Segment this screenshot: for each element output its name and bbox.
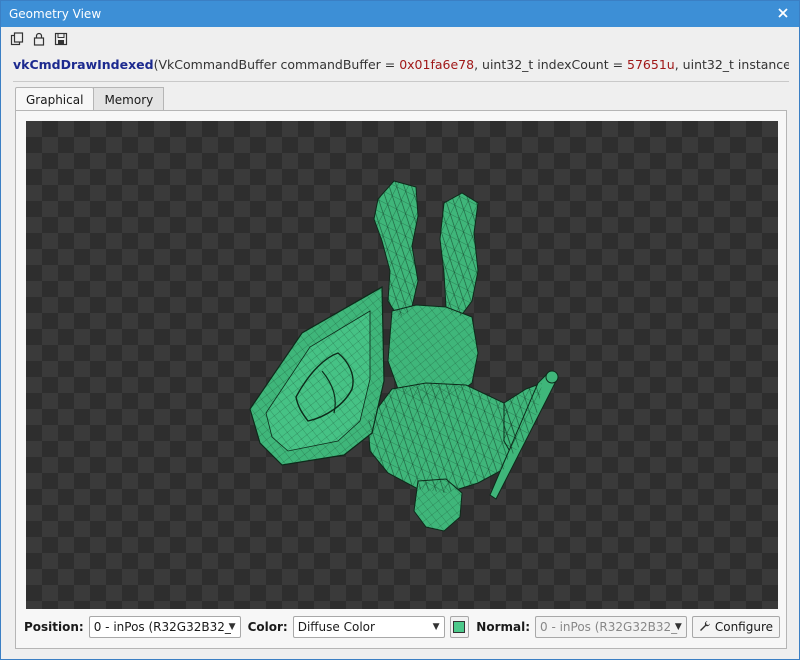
mesh-render — [249, 180, 559, 532]
color-label: Color: — [247, 620, 288, 634]
arg-command-buffer-label: VkCommandBuffer commandBuffer = — [158, 57, 400, 72]
close-icon[interactable] — [775, 5, 791, 21]
function-name: vkCmdDrawIndexed — [13, 57, 154, 72]
divider — [13, 81, 789, 82]
tab-memory[interactable]: Memory — [93, 87, 165, 111]
arg-index-count-label: uint32_t indexCount = — [482, 57, 628, 72]
position-label: Position: — [24, 620, 84, 634]
normal-label: Normal: — [476, 620, 530, 634]
color-swatch-button[interactable] — [449, 616, 470, 638]
api-call-signature: vkCmdDrawIndexed(VkCommandBuffer command… — [13, 57, 789, 75]
tab-bar: Graphical Memory — [15, 87, 165, 112]
arg-instance-count-label: uint32_t instanceCount = — [682, 57, 789, 72]
normal-select[interactable]: 0 - inPos (R32G32B32_ ▼ — [535, 616, 687, 638]
configure-button[interactable]: Configure — [691, 616, 781, 638]
chevron-down-icon: ▼ — [674, 622, 682, 632]
color-select[interactable]: Diffuse Color ▼ — [292, 616, 445, 638]
lock-icon[interactable] — [31, 31, 47, 47]
chevron-down-icon: ▼ — [432, 622, 440, 632]
arg-command-buffer-value[interactable]: 0x01fa6e78 — [399, 57, 474, 72]
knight-mesh — [249, 180, 559, 532]
color-swatch — [453, 621, 466, 633]
arg-index-count-value[interactable]: 57651u — [627, 57, 675, 72]
geometry-viewport[interactable] — [26, 121, 778, 609]
copy-icon[interactable] — [9, 31, 25, 47]
chevron-down-icon: ▼ — [228, 622, 236, 632]
window-title: Geometry View — [9, 7, 102, 21]
geometry-view-window: Geometry View vkCmdDrawIndexed(VkCommand… — [0, 0, 800, 660]
graphical-panel: Position: 0 - inPos (R32G32B32_ ▼ Color:… — [15, 110, 787, 649]
position-select[interactable]: 0 - inPos (R32G32B32_ ▼ — [88, 616, 241, 638]
tab-graphical[interactable]: Graphical — [15, 87, 95, 112]
title-bar[interactable]: Geometry View — [1, 1, 799, 27]
wrench-icon — [699, 620, 711, 635]
save-icon[interactable] — [53, 31, 69, 47]
geometry-controls: Position: 0 - inPos (R32G32B32_ ▼ Color:… — [24, 614, 781, 640]
toolbar — [1, 28, 799, 50]
